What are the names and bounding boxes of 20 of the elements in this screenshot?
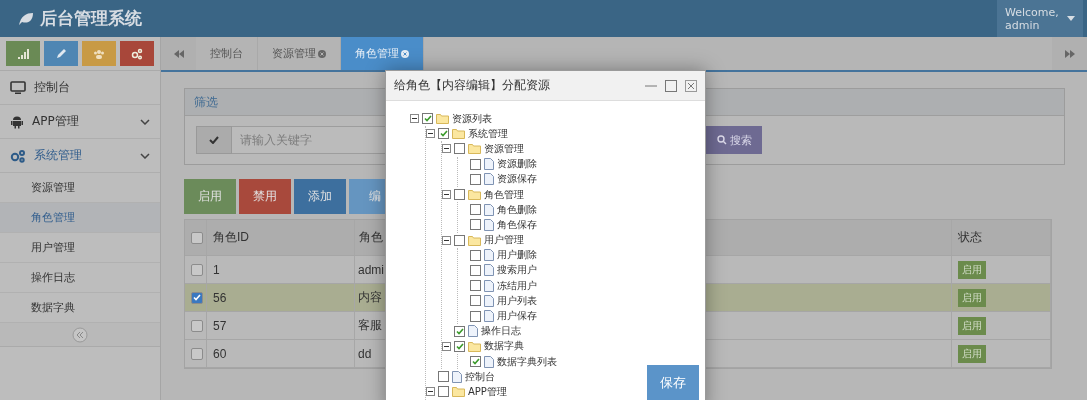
status-badge: 启用 [958, 288, 986, 307]
table-cell: 56 [213, 290, 227, 305]
status-badge: 启用 [958, 260, 986, 279]
table-cell: 1 [213, 262, 220, 277]
column-header: 角色 [359, 229, 383, 246]
table-cell: dd [358, 346, 372, 361]
table-cell: 内容 [358, 289, 382, 306]
app-title: 后台管理系统 [40, 7, 142, 30]
table-cell: admi [358, 262, 384, 277]
status-badge: 启用 [958, 344, 986, 363]
user-name: admin [1005, 18, 1041, 32]
dialog-title: 给角色【内容编辑】分配资源 [394, 77, 551, 94]
table-cell: 57 [213, 318, 227, 333]
welcome-text: Welcome, [1005, 5, 1059, 19]
table-cell: 客服 [358, 317, 382, 334]
panel-title: 筛选 [194, 93, 218, 111]
column-header: 状态 [958, 229, 982, 246]
status-badge: 启用 [958, 316, 986, 335]
column-header: 角色ID [213, 229, 249, 246]
table-cell: 60 [213, 346, 227, 361]
